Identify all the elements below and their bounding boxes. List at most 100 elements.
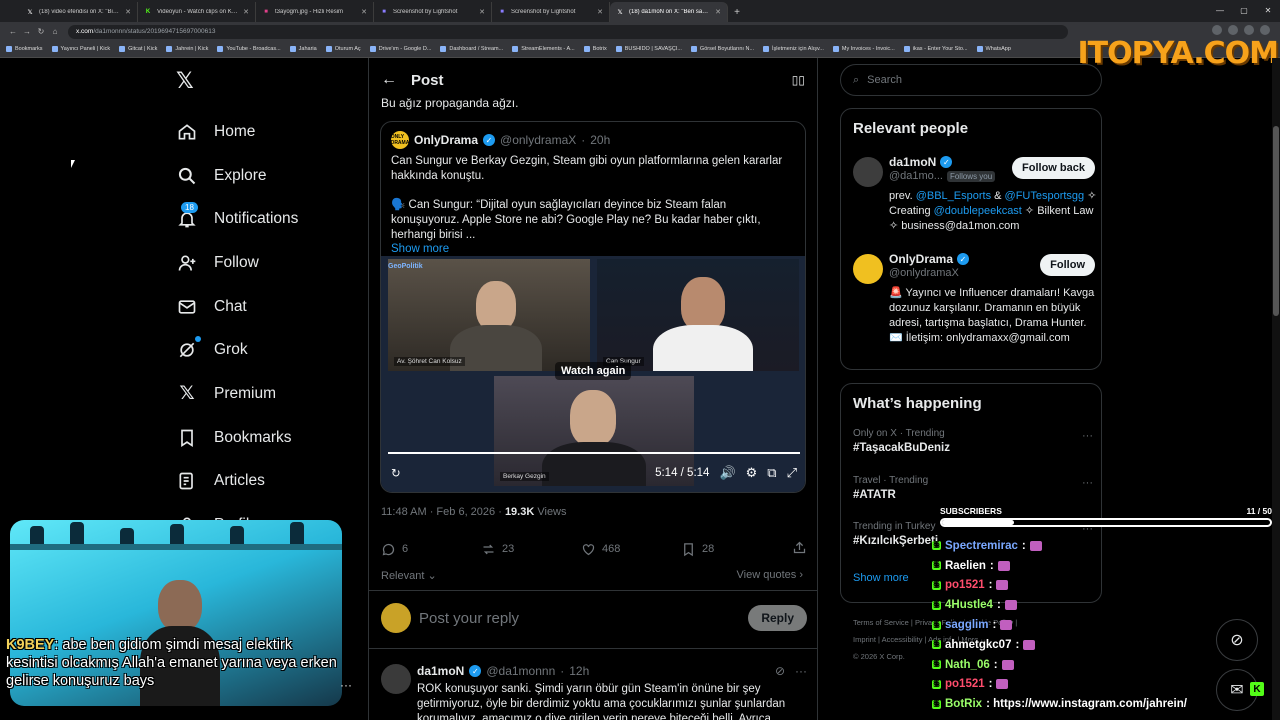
chat-text: : — [1021, 539, 1026, 552]
more-options-icon[interactable]: ··· — [1082, 477, 1093, 489]
bookmark-item[interactable]: WhatsApp — [976, 46, 1011, 52]
reply-author-name[interactable]: da1moN — [417, 664, 464, 678]
repost-action[interactable]: 23 — [481, 542, 581, 557]
more-options-icon[interactable]: ··· — [1082, 430, 1093, 442]
search-bar[interactable]: ⌕ Search — [840, 64, 1102, 96]
close-tab-icon[interactable]: ✕ — [479, 8, 485, 16]
back-icon[interactable]: ← — [6, 27, 20, 36]
bookmark-item[interactable]: Jaharia — [289, 46, 317, 52]
person-avatar[interactable] — [853, 157, 883, 187]
person-avatar[interactable] — [853, 254, 883, 284]
forward-icon[interactable]: → — [20, 27, 34, 36]
nav-item-notifications[interactable]: 18 Notifications — [176, 197, 298, 241]
fullscreen-icon[interactable]: ⤢ — [787, 465, 797, 481]
quoted-avatar[interactable]: ONLY DRAMA — [391, 131, 409, 149]
show-more-trends-link[interactable]: Show more — [853, 572, 909, 584]
bio-mention-link[interactable]: @doublepeekcast — [934, 205, 1022, 217]
x-logo[interactable]: 𝕏 — [176, 68, 194, 94]
minimize-icon[interactable]: — — [1208, 0, 1232, 20]
view-quotes-link[interactable]: View quotes › — [737, 569, 803, 581]
profile-avatar-icon[interactable] — [1260, 25, 1270, 35]
reader-mode-icon[interactable]: ▯▯ — [792, 73, 805, 87]
bookmark-item[interactable]: Görsel Boyutlarını N... — [690, 46, 754, 52]
nav-item-premium[interactable]: 𝕏 Premium — [176, 372, 298, 416]
reply-author-avatar[interactable] — [381, 664, 411, 694]
maximize-icon[interactable]: ▢ — [1232, 0, 1256, 20]
close-tab-icon[interactable]: ✕ — [715, 8, 721, 16]
reply-input[interactable]: Post your reply — [419, 610, 740, 627]
bookmark-item[interactable]: Yayıncı Paneli | Kick — [51, 46, 110, 52]
trend-item[interactable]: Only on X · Trending #TaşacakBuDeniz ··· — [853, 428, 1093, 454]
search-input[interactable]: Search — [867, 74, 902, 86]
grok-icon[interactable]: ⊘ — [775, 664, 785, 678]
bookmark-item[interactable]: BUSHIDO | SAVAŞÇI... — [615, 46, 682, 52]
scrollbar-thumb[interactable] — [1273, 126, 1279, 316]
bio-mention-link[interactable]: @BBL_Esports — [916, 190, 991, 202]
show-more-link[interactable]: Show more — [381, 243, 805, 255]
bookmark-item[interactable]: Drive'ım - Google D... — [369, 46, 431, 52]
like-action[interactable]: 468 — [581, 542, 681, 557]
settings-icon[interactable]: ⚙ — [746, 465, 758, 481]
browser-tab[interactable]: ■ t3ayogm.jpg - Hizli Resim ✕ — [256, 2, 374, 22]
more-options-icon[interactable]: ··· — [795, 664, 807, 678]
home-browser-icon[interactable]: ⌂ — [48, 27, 62, 36]
video-player[interactable]: GeoPolitik Av. Şöhret Can Kolsuz Can Sun… — [381, 256, 805, 492]
browser-tab[interactable]: ■ Screenshot by Lightshot ✕ — [374, 2, 492, 22]
bookmark-item[interactable]: İşletmeniz için Alışv... — [763, 46, 824, 52]
video-progress-bar[interactable] — [388, 452, 800, 454]
volume-icon[interactable]: 🔊 — [719, 465, 735, 481]
watch-again-button[interactable]: Watch again — [555, 362, 632, 380]
browser-tab[interactable]: ■ Screenshot by Lightshot ✕ — [492, 2, 610, 22]
bookmark-item[interactable]: Botrix — [583, 46, 607, 52]
bookmark-item[interactable]: YouTube - Broadcas... — [217, 46, 281, 52]
browser-tab[interactable]: K Videoyun - Watch clips on Kick ✕ — [138, 2, 256, 22]
reply-button[interactable]: Reply — [748, 605, 807, 631]
back-arrow-icon[interactable]: ← — [381, 71, 411, 89]
reply-action[interactable]: 6 — [381, 542, 481, 557]
close-tab-icon[interactable]: ✕ — [361, 8, 367, 16]
nav-item-grok[interactable]: Grok — [176, 328, 298, 372]
quoted-post[interactable]: ONLY DRAMA OnlyDrama ✓ @onlydramaX · 20h… — [380, 121, 806, 493]
new-tab-button[interactable]: + — [728, 2, 746, 22]
nav-item-chat[interactable]: Chat — [176, 285, 298, 329]
post-timestamp[interactable]: 11:48 AM · Feb 6, 2026 · — [381, 506, 502, 518]
browser-tab[interactable]: 𝕏 (18) video efendisi on X: "Bilal K... ✕ — [20, 2, 138, 22]
close-tab-icon[interactable]: ✕ — [243, 8, 249, 16]
close-tab-icon[interactable]: ✕ — [125, 8, 131, 16]
extension-icon[interactable] — [1228, 25, 1238, 35]
popout-icon[interactable]: ⧉ — [767, 465, 776, 481]
nav-item-bookmarks[interactable]: Bookmarks — [176, 416, 298, 460]
nav-item-home[interactable]: Home — [176, 110, 298, 154]
bookmark-item[interactable]: ikas - Enter Your Sto... — [903, 46, 968, 52]
bookmark-item[interactable]: Jahrein | Kick — [166, 46, 208, 52]
follow-back-button[interactable]: Follow back — [1012, 157, 1095, 179]
url-field[interactable]: x.com/da1monnn/status/201969471569700061… — [68, 24, 1068, 39]
bookmark-item[interactable]: Gitcat | Kick — [119, 46, 157, 52]
sort-replies-dropdown[interactable]: Relevant ⌄ — [381, 569, 437, 582]
grok-floating-button[interactable]: ⊘ — [1216, 619, 1258, 661]
follows-you-badge: Follows you — [946, 170, 996, 182]
bio-mention-link[interactable]: @FUTesportsgg — [1005, 190, 1085, 202]
bookmark-action[interactable]: 28 — [681, 542, 781, 557]
bookmark-item[interactable]: Dashboard / Stream... — [440, 46, 503, 52]
close-window-icon[interactable]: ✕ — [1256, 0, 1280, 20]
reload-icon[interactable]: ↻ — [34, 27, 48, 36]
follow-button[interactable]: Follow — [1040, 254, 1095, 276]
user-avatar[interactable] — [381, 603, 411, 633]
trend-item[interactable]: Travel · Trending #ATATR ··· — [853, 475, 1093, 501]
extension-icon[interactable] — [1212, 25, 1222, 35]
replay-icon[interactable]: ↻ — [391, 466, 401, 480]
more-options-icon[interactable]: ··· — [340, 678, 352, 692]
share-action[interactable] — [792, 540, 807, 558]
quoted-author-name[interactable]: OnlyDrama — [414, 133, 478, 147]
bookmark-item[interactable]: My Invoices - Invoic... — [832, 46, 895, 52]
browser-tab[interactable]: 𝕏 (18) da1moN on X: "Ben sağına... ✕ — [610, 2, 728, 22]
extension-icon[interactable] — [1244, 25, 1254, 35]
close-tab-icon[interactable]: ✕ — [597, 8, 603, 16]
nav-item-follow[interactable]: Follow — [176, 241, 298, 285]
nav-item-articles[interactable]: Articles — [176, 460, 298, 504]
bookmark-item[interactable]: StreamElements - A... — [512, 46, 575, 52]
bookmark-item[interactable]: Bookmarks — [6, 46, 43, 52]
nav-item-explore[interactable]: Explore — [176, 154, 298, 198]
bookmark-item[interactable]: Oturum Aç — [325, 46, 361, 52]
